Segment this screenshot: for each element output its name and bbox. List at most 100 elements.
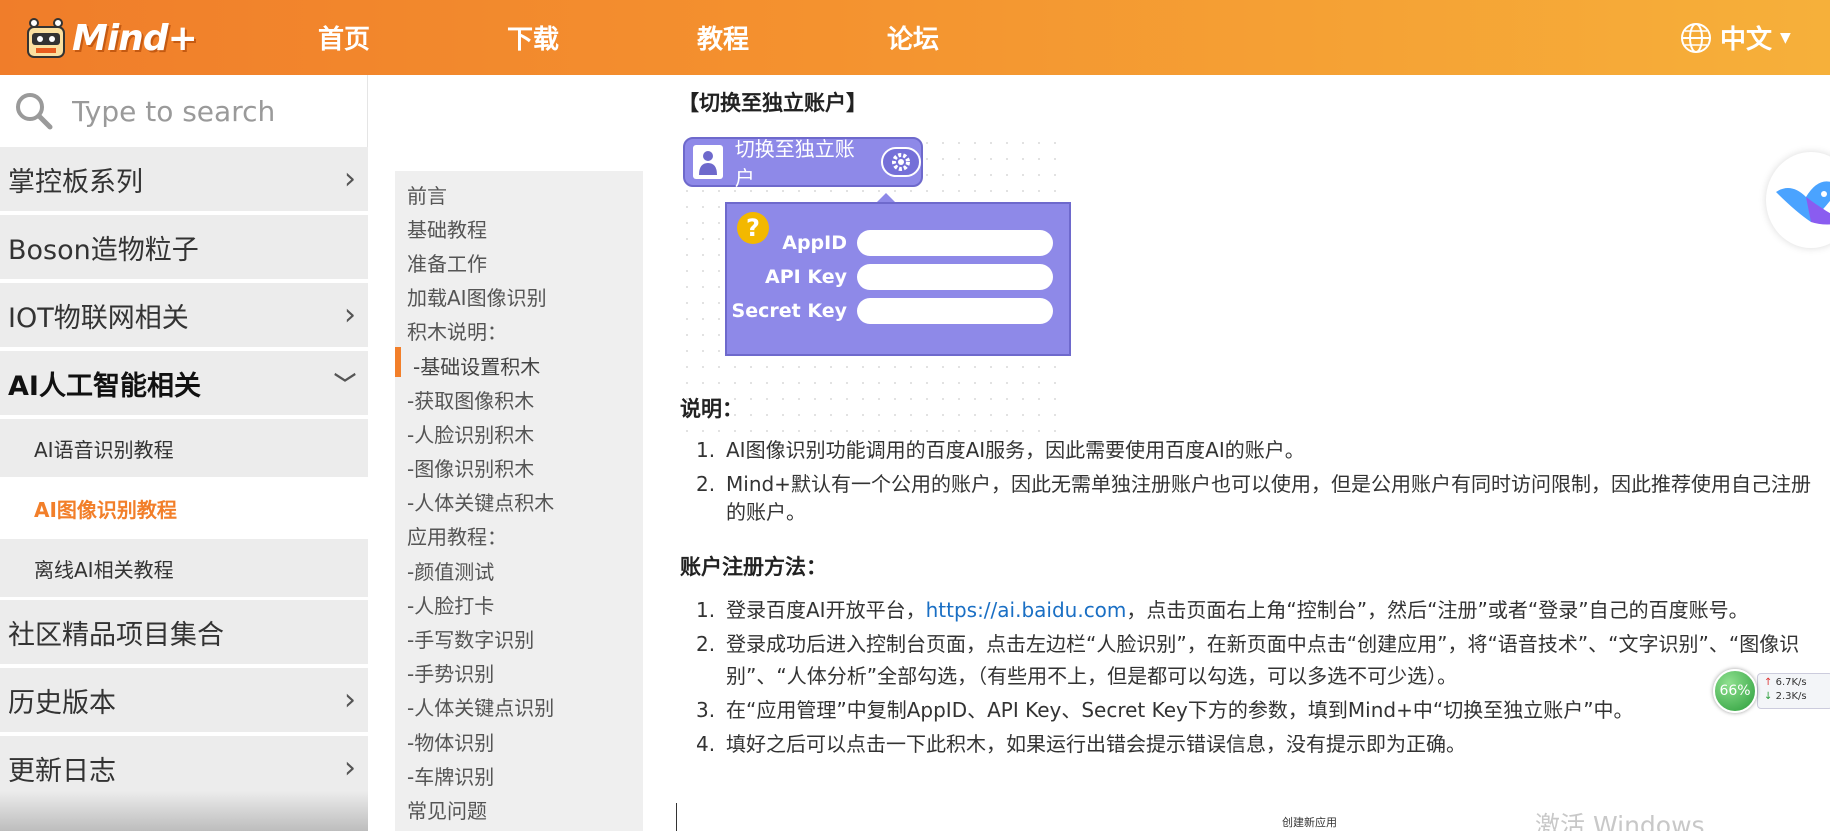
step-4: 4. 填好之后可以点击一下此积木，如果运行出错会提示错误信息，没有提示即为正确。	[696, 727, 1466, 761]
chevron-right-icon: ›	[344, 750, 356, 786]
step-1: 1. 登录百度AI开放平台，https://ai.baidu.com，点击页面右上…	[696, 593, 1749, 627]
toc-item[interactable]: -图像识别积木	[407, 453, 534, 482]
list-number: 3.	[696, 698, 716, 722]
account-settings-panel: ? AppID API Key Secret Key	[725, 202, 1071, 356]
toc-item[interactable]: 加载AI图像识别	[407, 282, 547, 311]
screenshot-caption: 创建新应用	[1282, 816, 1337, 829]
search-box	[0, 75, 368, 147]
download-arrow-icon: ↓	[1764, 691, 1773, 702]
chevron-right-icon: ›	[344, 682, 356, 718]
logo-text: Mind+	[72, 17, 198, 59]
list-number: 1.	[696, 598, 716, 622]
step-text: ，点击页面右上角“控制台”，然后“注册”或者“登录”自己的百度账号。	[1126, 598, 1749, 622]
step-text: 登录百度AI开放平台，	[726, 598, 926, 622]
step-text: 登录成功后进入控制台页面，点击左边栏“人脸识别”，在新页面中点击“创建应用”，将…	[726, 632, 1800, 656]
sidebar: 掌控板系列 › Boson造物粒子 IOT物联网相关 › AI人工智能相关 ﹀ …	[0, 75, 371, 831]
apikey-label: API Key	[765, 266, 847, 288]
section-title: 【切换至独立账户】	[678, 91, 867, 115]
toc-item-current[interactable]: -基础设置积木	[413, 351, 540, 380]
sidebar-item-label: IOT物联网相关	[8, 302, 189, 334]
list-number: 4.	[696, 732, 716, 756]
nav-home[interactable]: 首页	[318, 0, 370, 75]
screenshot-image-edge	[676, 803, 677, 831]
appid-row: AppID	[782, 230, 1053, 256]
globe-icon	[1681, 22, 1711, 53]
person-icon	[693, 145, 723, 179]
toc-item[interactable]: -颜值测试	[407, 556, 494, 585]
toc-item[interactable]: -人脸打卡	[407, 590, 494, 619]
list-number: 2.	[696, 472, 716, 496]
nav-forum[interactable]: 论坛	[887, 0, 939, 75]
sidebar-subitem-ai-speech[interactable]: AI语音识别教程	[0, 419, 368, 477]
apikey-field[interactable]	[857, 264, 1053, 290]
toc-item[interactable]: -人体关键点识别	[407, 692, 554, 721]
sidebar-subitem-offline-ai[interactable]: 离线AI相关教程	[0, 539, 368, 597]
windows-activation-watermark: 激活 Windows	[1535, 811, 1705, 831]
mindplus-logo[interactable]: Mind+	[22, 10, 198, 66]
register-title: 账户注册方法：	[680, 555, 827, 579]
step-text: 在“应用管理”中复制AppID、API Key、Secret Key下方的参数，…	[726, 698, 1634, 722]
sidebar-item-control-board[interactable]: 掌控板系列 ›	[0, 147, 368, 213]
sidebar-item-iot[interactable]: IOT物联网相关 ›	[0, 283, 368, 349]
toc-item[interactable]: -人脸识别积木	[407, 419, 534, 448]
appid-label: AppID	[782, 232, 847, 254]
sidebar-item-label: 更新日志	[8, 755, 116, 787]
robot-logo-icon	[22, 15, 70, 61]
switch-account-block[interactable]: 切换至独立账户	[683, 137, 923, 190]
toc-item[interactable]: -车牌识别	[407, 761, 494, 790]
upload-arrow-icon: ↑	[1764, 677, 1773, 688]
chevron-right-icon: ›	[344, 297, 356, 333]
search-input[interactable]	[72, 94, 352, 128]
nav-download[interactable]: 下载	[507, 0, 559, 75]
note-text: AI图像识别功能调用的百度AI服务，因此需要使用百度AI的账户。	[726, 438, 1305, 462]
sidebar-item-community[interactable]: 社区精品项目集合	[0, 600, 368, 666]
sidebar-item-history[interactable]: 历史版本 ›	[0, 668, 368, 734]
toc-item[interactable]: -手写数字识别	[407, 624, 534, 653]
table-of-contents: 前言 基础教程 准备工作 加载AI图像识别 积木说明： -基础设置积木 -获取图…	[395, 171, 643, 831]
toc-item[interactable]: 常见问题	[407, 795, 487, 824]
nav-tutorial[interactable]: 教程	[697, 0, 749, 75]
upload-speed: 6.7K/s	[1775, 677, 1807, 688]
notes-title: 说明：	[680, 397, 743, 421]
top-navbar: Mind+ 首页 下载 教程 论坛 中文 ▼	[0, 0, 1830, 75]
sidebar-item-label: 历史版本	[8, 687, 116, 719]
toc-current-marker	[395, 347, 401, 377]
baidu-ai-link[interactable]: https://ai.baidu.com	[926, 598, 1127, 622]
gear-icon[interactable]	[881, 147, 921, 177]
toc-item[interactable]: 应用教程：	[407, 521, 507, 550]
list-number: 2.	[696, 632, 716, 656]
list-number: 1.	[696, 438, 716, 462]
sidebar-subitem-ai-image[interactable]: AI图像识别教程	[0, 479, 368, 537]
block-label: 切换至独立账户	[734, 137, 855, 190]
sidebar-bottom-shadow	[0, 791, 368, 831]
sidebar-item-boson[interactable]: Boson造物粒子	[0, 215, 368, 281]
secretkey-field[interactable]	[857, 298, 1053, 324]
toc-item[interactable]: -手势识别	[407, 658, 494, 687]
usage-percent-ball[interactable]: 66%	[1713, 669, 1757, 713]
article-content: 【切换至独立账户】 切换至独立账户 ? AppID API Key Secret…	[660, 75, 1830, 831]
step-3: 3. 在“应用管理”中复制AppID、API Key、Secret Key下方的参…	[696, 693, 1634, 727]
note-text: Mind+默认有一个公用的账户，因此无需单独注册账户也可以使用，但是公用账户有同…	[726, 472, 1811, 496]
apikey-row: API Key	[765, 264, 1053, 290]
toc-item[interactable]: -物体识别	[407, 727, 494, 756]
step-2-continued: 别”、“人体分析”全部勾选，（有些用不上，但是都可以勾选，可以多选不可少选）。	[726, 664, 1458, 688]
toc-item[interactable]: -人体关键点积木	[407, 487, 554, 516]
note-1: 1. AI图像识别功能调用的百度AI服务，因此需要使用百度AI的账户。	[696, 433, 1305, 467]
appid-field[interactable]	[857, 230, 1053, 256]
toc-item[interactable]: -获取图像积木	[407, 385, 534, 414]
toc-item[interactable]: 前言	[407, 180, 447, 209]
toc-item[interactable]: 积木说明：	[407, 316, 507, 345]
net-speed-panel: ↑ 6.7K/s ↓ 2.3K/s	[1757, 673, 1830, 709]
chevron-right-icon: ›	[344, 161, 356, 197]
language-selector[interactable]: 中文 ▼	[1680, 0, 1791, 75]
sidebar-item-label: Boson造物粒子	[8, 234, 199, 266]
help-icon[interactable]: ?	[737, 212, 769, 244]
toc-item[interactable]: 基础教程	[407, 214, 487, 243]
network-speed-widget[interactable]: ↑ 6.7K/s ↓ 2.3K/s 66%	[1713, 665, 1830, 717]
sidebar-item-label: 掌控板系列	[8, 166, 143, 198]
note-2-continued: 的账户。	[726, 500, 806, 524]
sidebar-item-ai[interactable]: AI人工智能相关 ﹀	[0, 351, 368, 417]
step-text: 填好之后可以点击一下此积木，如果运行出错会提示错误信息，没有提示即为正确。	[726, 732, 1466, 756]
toc-item[interactable]: 准备工作	[407, 248, 487, 277]
chevron-down-icon: ▼	[1780, 29, 1791, 46]
